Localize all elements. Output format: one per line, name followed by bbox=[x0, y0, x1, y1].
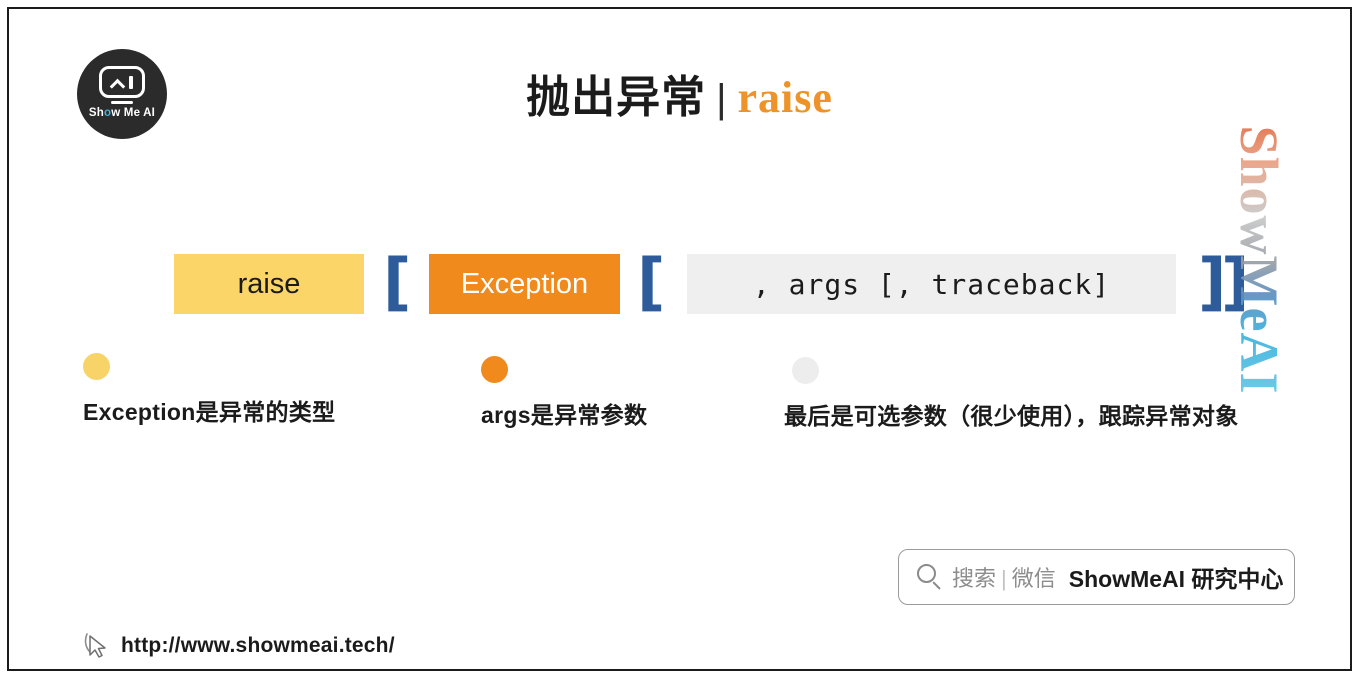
cursor-icon bbox=[84, 633, 106, 658]
annotation-args: args是异常参数 bbox=[481, 356, 647, 430]
wechat-search-hint: 搜索 | 微信 bbox=[952, 561, 1056, 593]
vertical-watermark: ShowMeAI bbox=[1227, 125, 1291, 394]
wechat-channel-label: 微信 bbox=[1011, 566, 1056, 591]
bracket-open-2: [ bbox=[637, 245, 666, 318]
search-icon-handle bbox=[932, 581, 941, 590]
page-title-cn: 抛出异常 bbox=[526, 73, 707, 122]
annotation-label: args是异常参数 bbox=[481, 402, 648, 428]
wechat-search-label: 搜索 bbox=[952, 566, 997, 591]
annotation-dot-icon bbox=[83, 353, 110, 380]
footer-url[interactable]: http://www.showmeai.tech/ bbox=[121, 634, 395, 658]
page-title: 抛出异常 | raise bbox=[9, 61, 1350, 125]
wechat-account-name: ShowMeAI 研究中心 bbox=[1068, 566, 1284, 592]
search-icon-glass bbox=[917, 564, 936, 583]
wechat-search-pill[interactable]: 搜索 | 微信 ShowMeAI 研究中心 bbox=[898, 549, 1295, 605]
syntax-diagram: raise [ Exception [ , args [, traceback]… bbox=[9, 245, 1350, 318]
footer: http://www.showmeai.tech/ bbox=[83, 631, 395, 661]
annotation-dot-icon bbox=[481, 356, 508, 383]
annotation-label: Exception是异常的类型 bbox=[83, 399, 336, 425]
annotation-exception: Exception是异常的类型 bbox=[83, 353, 335, 427]
slide-frame: Show Me AI 抛出异常 | raise raise [ Exception … bbox=[7, 7, 1352, 671]
syntax-keyword-box: raise bbox=[174, 254, 364, 314]
syntax-args-box: , args [, traceback] bbox=[687, 254, 1176, 314]
annotation-label: 最后是可选参数（很少使用），跟踪异常对象 bbox=[784, 403, 1239, 429]
page-title-en: raise bbox=[737, 73, 833, 122]
syntax-exception-box: Exception bbox=[429, 254, 620, 314]
vertical-watermark-text: ShowMeAI bbox=[1229, 125, 1289, 395]
page-title-separator: | bbox=[716, 77, 728, 121]
annotation-dot-icon bbox=[792, 357, 819, 384]
annotation-traceback: 最后是可选参数（很少使用），跟踪异常对象 bbox=[784, 357, 1239, 431]
bracket-open-1: [ bbox=[383, 245, 412, 318]
search-icon bbox=[917, 564, 943, 590]
wechat-divider: | bbox=[1001, 566, 1007, 591]
